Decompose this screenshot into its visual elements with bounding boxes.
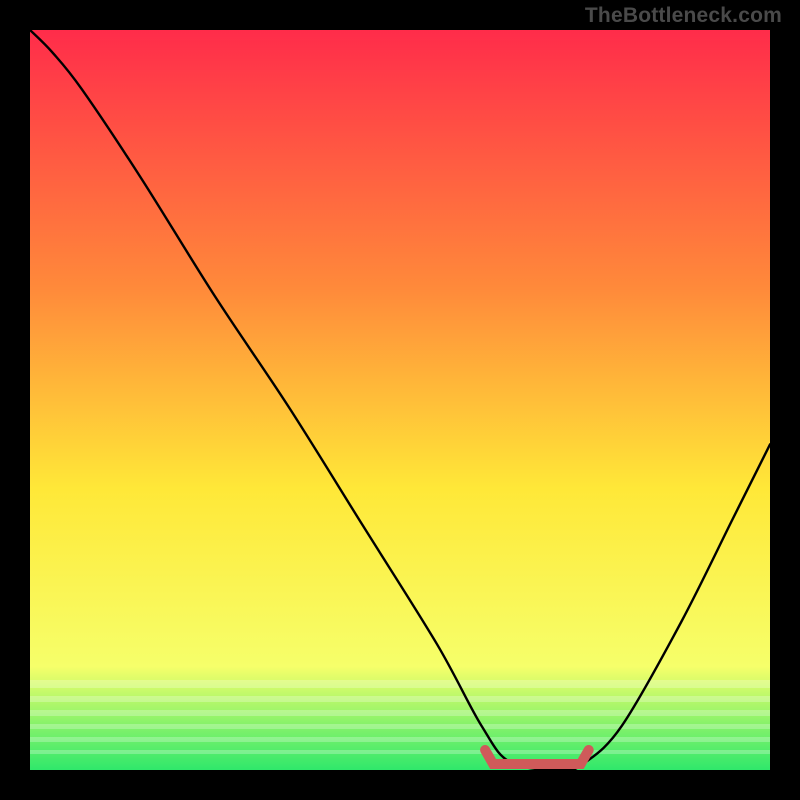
chart-frame: TheBottleneck.com: [0, 0, 800, 800]
attribution-text: TheBottleneck.com: [585, 4, 782, 28]
plot-area: [30, 30, 770, 770]
plot-svg: [30, 30, 770, 770]
gradient-background: [30, 30, 770, 770]
